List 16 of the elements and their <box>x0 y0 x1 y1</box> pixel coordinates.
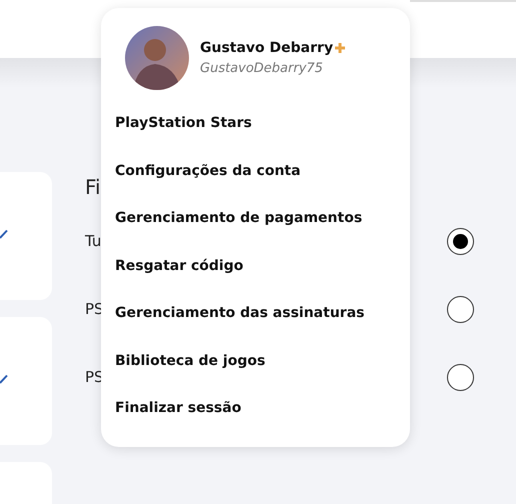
option-label: Tu <box>85 230 102 252</box>
menu-item[interactable]: Gerenciamento de pagamentos <box>106 195 396 242</box>
menu-item[interactable]: Resgatar código <box>106 242 396 290</box>
menu-item[interactable]: PlayStation Stars <box>106 100 396 148</box>
section-heading: Fi <box>85 174 102 200</box>
radio-button[interactable] <box>447 364 474 390</box>
user-handle: GustavoDebarry75 <box>200 60 324 78</box>
menu-item[interactable]: Biblioteca de jogos <box>106 338 396 385</box>
menu-item[interactable]: Gerenciamento das assinaturas <box>106 290 396 338</box>
user-name: Gustavo Debarry <box>200 38 334 58</box>
radio-button[interactable] <box>447 296 474 322</box>
check-icon <box>0 229 8 240</box>
menu-item[interactable]: Configurações da conta <box>106 148 396 195</box>
check-icon <box>0 374 8 385</box>
menu-item[interactable]: Finalizar sessão <box>106 385 396 432</box>
radio-button[interactable] <box>447 228 474 254</box>
